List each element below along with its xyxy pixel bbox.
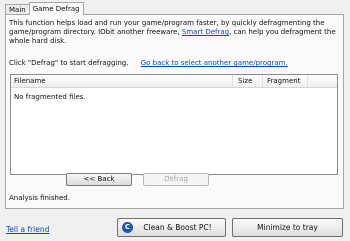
boost-icon: C [122,222,133,233]
description-text: This function helps load and run your ga… [9,19,342,46]
minimize-to-tray-button[interactable]: Minimize to tray [232,218,343,237]
status-text: Analysis finished. [9,194,70,202]
column-separator[interactable] [307,75,308,87]
game-defrag-panel: This function helps load and run your ga… [5,14,344,209]
clean-boost-button[interactable]: C Clean & Boost PC! [117,218,226,237]
go-back-link[interactable]: Go back to select another game/program. [141,59,288,67]
empty-list-message: No fragmented files. [14,93,86,101]
column-filename[interactable]: Filename [14,77,46,85]
instruction-text: Click "Defrag" to start defragging. [9,59,129,67]
tell-a-friend-link[interactable]: Tell a friend [6,225,49,234]
tab-game-defrag[interactable]: Game Defrag [28,2,84,15]
column-separator[interactable] [232,75,233,87]
clean-boost-label: Clean & Boost PC! [143,223,212,232]
defrag-button[interactable]: Defrag [143,173,209,186]
column-separator[interactable] [262,75,263,87]
smart-defrag-link[interactable]: Smart Defrag [182,28,229,36]
fragmented-files-list[interactable]: Filename Size Fragment No fragmented fil… [10,74,338,175]
column-fragment[interactable]: Fragment [267,77,300,85]
back-button[interactable]: << Back [66,173,132,186]
list-header: Filename Size Fragment [11,75,337,88]
column-size[interactable]: Size [238,77,252,85]
instruction-line: Click "Defrag" to start defragging. Go b… [9,59,288,68]
